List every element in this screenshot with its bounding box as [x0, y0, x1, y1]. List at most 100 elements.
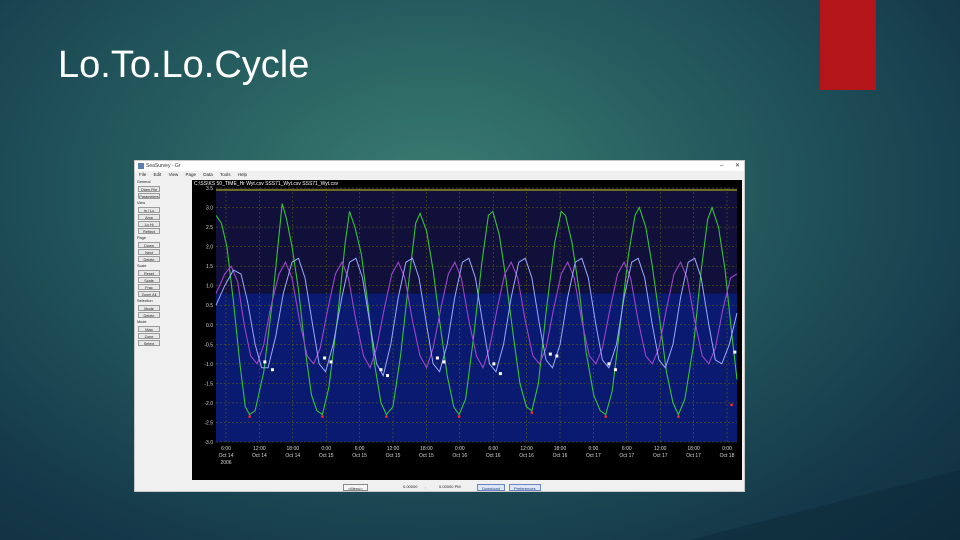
scale-button[interactable]: Scale: [138, 277, 160, 283]
status-value-1: 0.00000: [403, 484, 418, 489]
group-label: Selection: [137, 299, 153, 303]
preferences-button[interactable]: Preferences: [509, 484, 541, 491]
low-marker: [730, 403, 733, 407]
page-down-button[interactable]: Down: [138, 242, 160, 248]
group-general: General Open File Parameters: [136, 180, 162, 199]
app-icon: [138, 163, 144, 169]
y-tick-label: 2.0: [206, 245, 213, 251]
low-marker: [321, 415, 324, 418]
side-panel: General Open File Parameters View In | L…: [136, 180, 162, 480]
low-marker: [385, 415, 388, 418]
y-tick-label: 3.0: [206, 206, 213, 212]
x-tick-time: 18:00: [554, 446, 567, 452]
open-file-button[interactable]: Open File: [138, 186, 160, 192]
tide-chart[interactable]: 3.5 3.0 2.5 2.0 1.5 1.0 0.5 0.0 -0.5 -1.0 -1.5 -2.0…: [192, 180, 742, 480]
menu-data[interactable]: Data: [203, 172, 213, 177]
group-label: Scale: [137, 264, 147, 268]
selection-delete-button[interactable]: Delete: [138, 312, 160, 318]
high-low-marker: [435, 356, 439, 360]
group-scale: Scale Reset Scale Frac Zoom All: [136, 264, 162, 297]
x-tick-time: 18:00: [420, 446, 433, 452]
page-next-button[interactable]: Next: [138, 249, 160, 255]
x-tick-date: Oct 17: [653, 453, 668, 459]
group-label: Mode: [137, 320, 147, 324]
download-button[interactable]: Download: [477, 484, 505, 491]
page-delete-button[interactable]: Delete: [138, 256, 160, 262]
x-tick-date: Oct 17: [686, 453, 701, 459]
window-titlebar: SeaSurvey - Gr – ✕: [135, 161, 744, 171]
parameters-button[interactable]: Parameters: [138, 193, 160, 199]
low-marker: [604, 415, 607, 418]
x-tick-date: Oct 15: [352, 453, 367, 459]
x-year-label: 2006: [220, 460, 231, 466]
y-tick-label: -0.5: [204, 342, 213, 348]
menu-view[interactable]: View: [169, 172, 179, 177]
group-page: Page Down Next Delete: [136, 236, 162, 262]
x-tick-date: Oct 16: [553, 453, 568, 459]
menu-button[interactable]: <Menu>: [343, 484, 368, 491]
x-tick-time: 6:00: [221, 446, 231, 452]
zoom-all-button[interactable]: Zoom All: [138, 291, 160, 297]
high-low-marker: [379, 368, 383, 372]
app-window: SeaSurvey - Gr – ✕ File Edit View Page D…: [134, 160, 745, 492]
high-low-marker: [329, 360, 333, 364]
view-inlo-button[interactable]: In | Lo: [138, 207, 160, 213]
view-lohi-button[interactable]: Lo Hi: [138, 221, 160, 227]
high-low-marker: [607, 362, 611, 366]
status-bar: <Menu> 0.00000 , 0.00000 PM Download Pre…: [135, 482, 744, 492]
x-tick-time: 12:00: [520, 446, 533, 452]
x-tick-date: Oct 16: [486, 453, 501, 459]
high-low-marker: [442, 360, 446, 364]
high-low-marker: [555, 354, 559, 358]
scale-frac-button[interactable]: Frac: [138, 284, 160, 290]
high-low-marker: [613, 368, 617, 372]
y-tick-label: -3.0: [204, 440, 213, 446]
mode-zone-button[interactable]: Zone: [138, 333, 160, 339]
mode-select-button[interactable]: Select: [138, 340, 160, 346]
plot-upper-fill: [216, 188, 737, 294]
minimize-icon[interactable]: –: [720, 163, 723, 169]
status-separator: ,: [425, 484, 427, 489]
group-label: Page: [137, 236, 146, 240]
high-low-marker: [270, 368, 274, 372]
menu-page[interactable]: Page: [186, 172, 197, 177]
scale-reset-button[interactable]: Reset: [138, 270, 160, 276]
mode-map-button[interactable]: Map: [138, 326, 160, 332]
y-tick-label: 0.0: [206, 323, 213, 329]
group-view: View In | Lo Amp Lo Hi Reflect: [136, 201, 162, 234]
menu-edit[interactable]: Edit: [154, 172, 162, 177]
chart-svg[interactable]: 3.53.02.52.01.51.00.50.0-0.5-1.0-1.5-2.0…: [192, 180, 742, 480]
y-tick-label: -1.0: [204, 362, 213, 368]
high-low-marker: [548, 352, 552, 356]
x-tick-time: 0:00: [455, 446, 465, 452]
group-label: General: [137, 180, 151, 184]
y-tick-label: 0.5: [206, 303, 213, 309]
x-tick-time: 0:00: [722, 446, 732, 452]
x-tick-time: 6:00: [355, 446, 365, 452]
menu-file[interactable]: File: [139, 172, 146, 177]
close-icon[interactable]: ✕: [735, 163, 740, 169]
x-tick-date: Oct 14: [252, 453, 267, 459]
view-reflect-button[interactable]: Reflect: [138, 228, 160, 234]
menu-tools[interactable]: Tools: [220, 172, 231, 177]
x-tick-date: Oct 15: [386, 453, 401, 459]
x-tick-time: 12:00: [253, 446, 266, 452]
group-selection: Selection Mode Delete: [136, 299, 162, 318]
x-tick-time: 6:00: [622, 446, 632, 452]
y-tick-label: -2.0: [204, 401, 213, 407]
view-amp-button[interactable]: Amp: [138, 214, 160, 220]
y-tick-label: -1.5: [204, 381, 213, 387]
status-value-2: 0.00000 PM: [439, 484, 461, 489]
y-tick-label: -2.5: [204, 420, 213, 426]
menu-help[interactable]: Help: [238, 172, 247, 177]
selection-mode-button[interactable]: Mode: [138, 305, 160, 311]
high-low-marker: [263, 360, 267, 364]
x-tick-time: 18:00: [287, 446, 300, 452]
x-tick-date: Oct 18: [720, 453, 735, 459]
low-marker: [530, 411, 534, 414]
x-tick-date: Oct 15: [419, 453, 434, 459]
x-tick-time: 18:00: [687, 446, 700, 452]
x-tick-date: Oct 15: [319, 453, 334, 459]
group-label: View: [137, 201, 146, 205]
y-tick-label: 1.0: [206, 284, 213, 290]
